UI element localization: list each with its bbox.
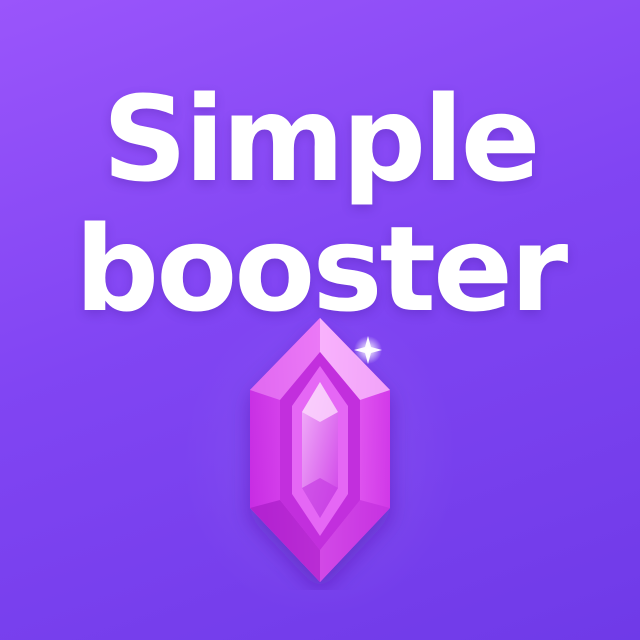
- title-line-1: Simple: [102, 70, 540, 208]
- gem-icon: [250, 318, 390, 582]
